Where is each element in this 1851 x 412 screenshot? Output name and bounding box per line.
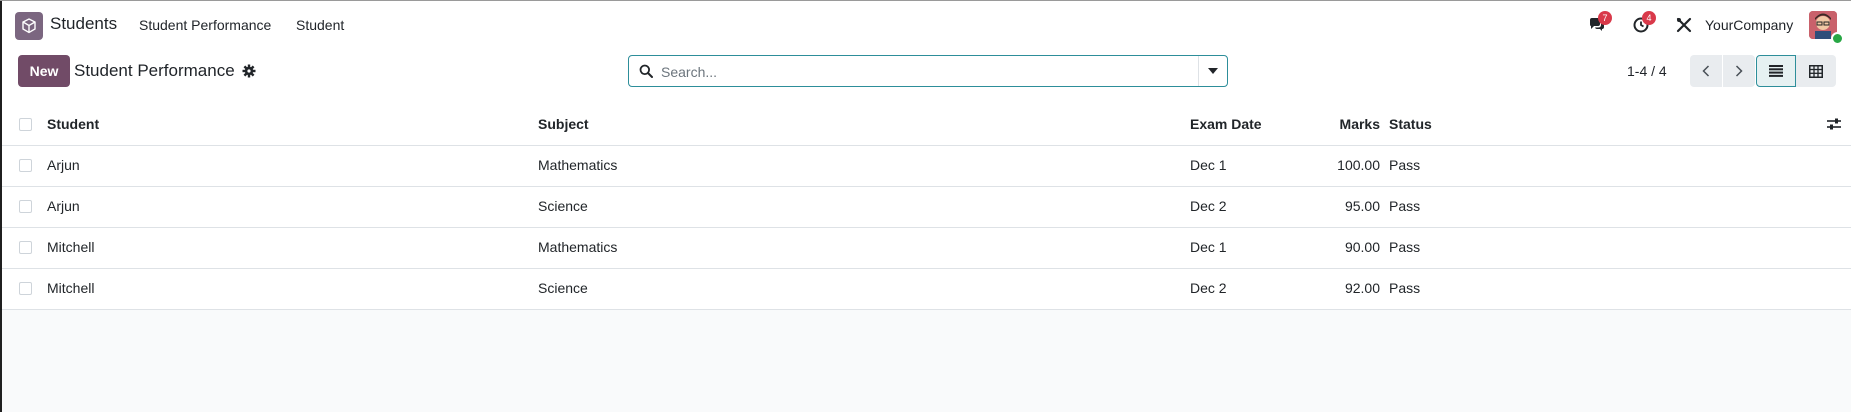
table-header-row: Student Subject Exam Date Marks Status	[2, 105, 1851, 146]
menu-student[interactable]: Student	[296, 17, 344, 33]
company-switcher[interactable]: YourCompany	[1705, 17, 1793, 33]
activities-button[interactable]: 4	[1630, 11, 1656, 36]
control-panel: New Student Performance 1-4	[2, 47, 1851, 106]
cell-subject: Science	[538, 198, 588, 214]
search-input[interactable]	[659, 57, 1183, 87]
pager-next-button[interactable]	[1723, 55, 1755, 87]
table-row[interactable]: Arjun Mathematics Dec 1 100.00 Pass	[2, 146, 1851, 187]
cell-status: Pass	[1389, 280, 1421, 296]
cell-status: Pass	[1389, 157, 1421, 173]
cell-status: Pass	[1389, 198, 1421, 214]
row-checkbox[interactable]	[19, 282, 32, 295]
table-row[interactable]: Mitchell Mathematics Dec 1 90.00 Pass	[2, 228, 1851, 269]
cell-marks: 95.00	[1344, 198, 1380, 214]
messages-button[interactable]: 7	[1586, 11, 1612, 36]
debug-tools-button[interactable]	[1673, 14, 1695, 36]
cell-subject: Science	[538, 280, 588, 296]
cell-student: Arjun	[47, 198, 80, 214]
caret-down-icon	[1208, 68, 1218, 74]
optional-columns-icon[interactable]	[1827, 117, 1841, 133]
cell-exam-date: Dec 2	[1190, 280, 1227, 296]
page-title: Student Performance	[74, 61, 235, 80]
cell-student: Arjun	[47, 157, 80, 173]
chevron-right-icon	[1735, 65, 1743, 77]
table-row[interactable]: Mitchell Science Dec 2 92.00 Pass	[2, 269, 1851, 310]
cell-student: Mitchell	[47, 239, 95, 255]
select-all-checkbox[interactable]	[19, 118, 32, 131]
new-button[interactable]: New	[18, 55, 70, 87]
cell-status: Pass	[1389, 239, 1421, 255]
pager-previous-button[interactable]	[1690, 55, 1722, 87]
main-navbar: Students Student Performance Student 7 4…	[2, 1, 1851, 47]
cell-student: Mitchell	[47, 280, 95, 296]
search-bar	[628, 55, 1228, 87]
chevron-left-icon	[1702, 65, 1710, 77]
cell-exam-date: Dec 1	[1190, 239, 1227, 255]
row-checkbox[interactable]	[19, 200, 32, 213]
column-header-status[interactable]: Status	[1389, 116, 1432, 132]
cell-exam-date: Dec 1	[1190, 157, 1227, 173]
column-header-marks[interactable]: Marks	[1262, 116, 1380, 132]
list-icon	[1769, 65, 1783, 77]
cell-marks: 90.00	[1344, 239, 1380, 255]
pager-value[interactable]: 1-4 / 4	[1627, 63, 1667, 79]
cell-marks: 100.00	[1337, 157, 1380, 173]
app-name[interactable]: Students	[50, 14, 117, 34]
list-view: Student Subject Exam Date Marks Status A…	[2, 105, 1851, 310]
table-row[interactable]: Arjun Science Dec 2 95.00 Pass	[2, 187, 1851, 228]
tools-icon	[1676, 17, 1692, 33]
cell-marks: 92.00	[1344, 280, 1380, 296]
menu-student-performance[interactable]: Student Performance	[139, 17, 271, 33]
list-view-button[interactable]	[1756, 55, 1796, 87]
row-checkbox[interactable]	[19, 241, 32, 254]
online-status-dot	[1831, 32, 1844, 45]
table-icon	[1809, 64, 1823, 78]
row-checkbox[interactable]	[19, 159, 32, 172]
cell-exam-date: Dec 2	[1190, 198, 1227, 214]
search-icon	[639, 64, 653, 83]
app-logo-icon[interactable]	[15, 12, 43, 40]
cell-subject: Mathematics	[538, 239, 618, 255]
column-header-subject[interactable]: Subject	[538, 116, 589, 132]
column-header-exam-date[interactable]: Exam Date	[1190, 116, 1262, 132]
messages-count-badge: 7	[1598, 11, 1612, 25]
gear-icon[interactable]	[242, 64, 256, 83]
column-header-student[interactable]: Student	[47, 116, 99, 132]
pivot-view-button[interactable]	[1796, 55, 1836, 87]
activities-count-badge: 4	[1642, 11, 1656, 25]
search-options-toggle[interactable]	[1198, 56, 1227, 86]
cell-subject: Mathematics	[538, 157, 618, 173]
